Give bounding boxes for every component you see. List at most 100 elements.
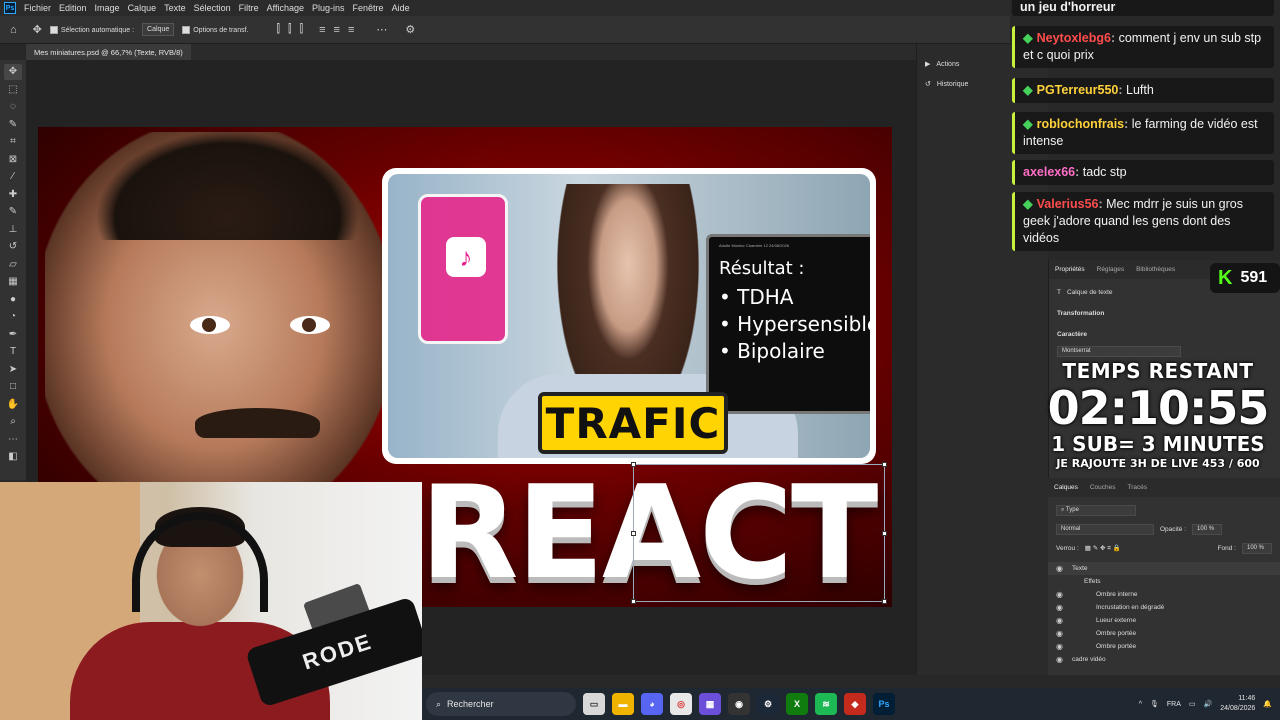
align-right-icon[interactable]: ⫿ bbox=[300, 23, 304, 36]
network-icon[interactable]: ▭ bbox=[1189, 700, 1196, 708]
menu-help[interactable]: Aide bbox=[392, 3, 410, 13]
menu-image[interactable]: Image bbox=[95, 3, 120, 13]
steam-icon[interactable]: ⚙ bbox=[757, 693, 779, 715]
microphone-icon[interactable]: 🎙 bbox=[1150, 700, 1159, 708]
eyedropper-tool-icon[interactable]: ⁄ bbox=[4, 169, 22, 185]
spotify-icon[interactable]: ≋ bbox=[815, 693, 837, 715]
chevron-up-icon[interactable]: ^ bbox=[1139, 701, 1142, 708]
menu-layer[interactable]: Calque bbox=[128, 3, 157, 13]
character-section[interactable]: Caractère bbox=[1049, 327, 1280, 342]
clock[interactable]: 11:46 24/08/2026 bbox=[1220, 694, 1255, 714]
visibility-eye-icon[interactable]: ◉ bbox=[1056, 603, 1066, 612]
menu-file[interactable]: Fichier bbox=[24, 3, 51, 13]
align-top-icon[interactable]: ≡ bbox=[319, 24, 325, 36]
healing-tool-icon[interactable]: ✚ bbox=[4, 187, 22, 203]
menu-edit[interactable]: Edition bbox=[59, 3, 87, 13]
layer-row[interactable]: ◉ cadre vidéo bbox=[1048, 653, 1280, 666]
type-tool-icon[interactable]: T bbox=[4, 344, 22, 360]
photoshop-taskbar-icon[interactable]: Ps bbox=[873, 693, 895, 715]
align-left-icon[interactable]: ⫿ bbox=[277, 23, 281, 36]
transformation-section[interactable]: Transformation bbox=[1049, 306, 1280, 321]
layer-row[interactable]: ◉ Ombre portée bbox=[1048, 640, 1280, 653]
lasso-tool-icon[interactable]: ◌ bbox=[4, 99, 22, 115]
auto-select-checkbox[interactable]: Sélection automatique : bbox=[49, 25, 134, 34]
tab-layers[interactable]: Calques bbox=[1054, 484, 1078, 491]
pen-tool-icon[interactable]: ✒ bbox=[4, 327, 22, 343]
layer-name: Lueur externe bbox=[1096, 617, 1137, 624]
obs-icon[interactable]: ◉ bbox=[728, 693, 750, 715]
path-select-tool-icon[interactable]: ➤ bbox=[4, 362, 22, 378]
settings-gear-icon[interactable]: ⚙ bbox=[405, 23, 415, 36]
layer-row[interactable]: ◉ Incrustation en dégradé bbox=[1048, 601, 1280, 614]
tab-channels[interactable]: Couches bbox=[1090, 484, 1116, 491]
stamp-tool-icon[interactable]: ⊥ bbox=[4, 222, 22, 238]
home-icon[interactable]: ⌂ bbox=[10, 24, 17, 36]
lock-icons[interactable]: ▦ ✎ ✥ ⌗ 🔒 bbox=[1085, 544, 1121, 553]
shape-tool-icon[interactable]: □ bbox=[4, 379, 22, 395]
color-swatches-icon[interactable]: ◧ bbox=[4, 449, 22, 465]
notifications-icon[interactable]: 🔔 bbox=[1263, 700, 1272, 708]
visibility-eye-icon[interactable]: ◉ bbox=[1056, 629, 1066, 638]
tab-properties[interactable]: Propriétés bbox=[1055, 266, 1085, 273]
more-tools-icon[interactable]: ⋯ bbox=[4, 432, 22, 448]
hand-tool-icon[interactable]: ✋ bbox=[4, 397, 22, 413]
transform-controls-checkbox[interactable]: Options de transf. bbox=[182, 25, 249, 34]
tab-paths[interactable]: Tracés bbox=[1128, 484, 1148, 491]
volume-icon[interactable]: 🔊 bbox=[1204, 700, 1213, 708]
brush-tool-icon[interactable]: ✎ bbox=[4, 204, 22, 220]
opacity-field[interactable]: 100 % bbox=[1192, 524, 1223, 535]
taskbar-search[interactable]: ⌕ Rechercher bbox=[426, 692, 576, 716]
blend-mode-select[interactable]: Normal bbox=[1056, 524, 1154, 535]
visibility-eye-icon[interactable]: ◉ bbox=[1056, 655, 1066, 664]
menu-window[interactable]: Fenêtre bbox=[353, 3, 384, 13]
frame-tool-icon[interactable]: ⊠ bbox=[4, 152, 22, 168]
layer-select-dropdown[interactable]: Calque bbox=[142, 23, 175, 36]
document-tab[interactable]: Mes miniatures.psd @ 66,7% (Texte, RVB/8… bbox=[26, 44, 191, 60]
font-family-field[interactable]: Montserrat bbox=[1057, 346, 1181, 357]
crop-tool-icon[interactable]: ⌗ bbox=[4, 134, 22, 150]
file-explorer-icon[interactable]: ▬ bbox=[612, 693, 634, 715]
discord-icon[interactable]: ◕ bbox=[641, 693, 663, 715]
task-view-icon[interactable]: ▭ bbox=[583, 693, 605, 715]
layer-row[interactable]: ◉ Ombre portée bbox=[1048, 627, 1280, 640]
align-middle-icon[interactable]: ≡ bbox=[334, 24, 340, 36]
gradient-tool-icon[interactable]: ▦ bbox=[4, 274, 22, 290]
layer-filter-select[interactable]: ⌕ Type bbox=[1056, 505, 1136, 516]
layer-row[interactable]: ◉ Texte bbox=[1048, 562, 1280, 575]
history-brush-icon[interactable]: ↺ bbox=[4, 239, 22, 255]
menu-plugins[interactable]: Plug-ins bbox=[312, 3, 345, 13]
visibility-eye-icon[interactable]: ◉ bbox=[1056, 616, 1066, 625]
eraser-tool-icon[interactable]: ▱ bbox=[4, 257, 22, 273]
move-tool-icon[interactable]: ✥ bbox=[33, 23, 42, 36]
visibility-eye-icon[interactable]: ◉ bbox=[1056, 590, 1066, 599]
excel-icon[interactable]: X bbox=[786, 693, 808, 715]
quick-select-tool-icon[interactable]: ✎ bbox=[4, 117, 22, 133]
app-grid-icon[interactable]: ▦ bbox=[699, 693, 721, 715]
layer-row[interactable]: Effets bbox=[1048, 575, 1280, 588]
document-tab-bar: Mes miniatures.psd @ 66,7% (Texte, RVB/8… bbox=[26, 44, 916, 60]
align-bottom-icon[interactable]: ≡ bbox=[348, 24, 354, 36]
blur-tool-icon[interactable]: ● bbox=[4, 292, 22, 308]
fill-field[interactable]: 100 % bbox=[1242, 543, 1272, 554]
red-app-icon[interactable]: ◆ bbox=[844, 693, 866, 715]
menu-select[interactable]: Sélection bbox=[194, 3, 231, 13]
move-tool-icon[interactable]: ✥ bbox=[4, 64, 22, 80]
marquee-tool-icon[interactable]: ⬚ bbox=[4, 82, 22, 98]
layer-row[interactable]: ◉ Ombre interne bbox=[1048, 588, 1280, 601]
visibility-eye-icon[interactable]: ◉ bbox=[1056, 642, 1066, 651]
tab-adjustments[interactable]: Réglages bbox=[1097, 266, 1124, 273]
viewer-count: 591 bbox=[1240, 269, 1268, 286]
language-indicator[interactable]: FRA bbox=[1167, 701, 1181, 708]
zoom-tool-icon[interactable]: ⌕ bbox=[4, 414, 22, 430]
menu-type[interactable]: Texte bbox=[164, 3, 186, 13]
more-options-icon[interactable]: ⋯ bbox=[376, 23, 387, 36]
menu-view[interactable]: Affichage bbox=[267, 3, 304, 13]
chrome-icon[interactable]: ◎ bbox=[670, 693, 692, 715]
layer-row[interactable]: ◉ Lueur externe bbox=[1048, 614, 1280, 627]
react-title-text[interactable]: REACT bbox=[420, 464, 890, 604]
align-center-icon[interactable]: ⫿ bbox=[288, 23, 292, 36]
menu-filter[interactable]: Filtre bbox=[239, 3, 259, 13]
tab-libraries[interactable]: Bibliothèques bbox=[1136, 266, 1175, 273]
visibility-eye-icon[interactable]: ◉ bbox=[1056, 564, 1066, 573]
dodge-tool-icon[interactable]: ◔ bbox=[4, 309, 22, 325]
